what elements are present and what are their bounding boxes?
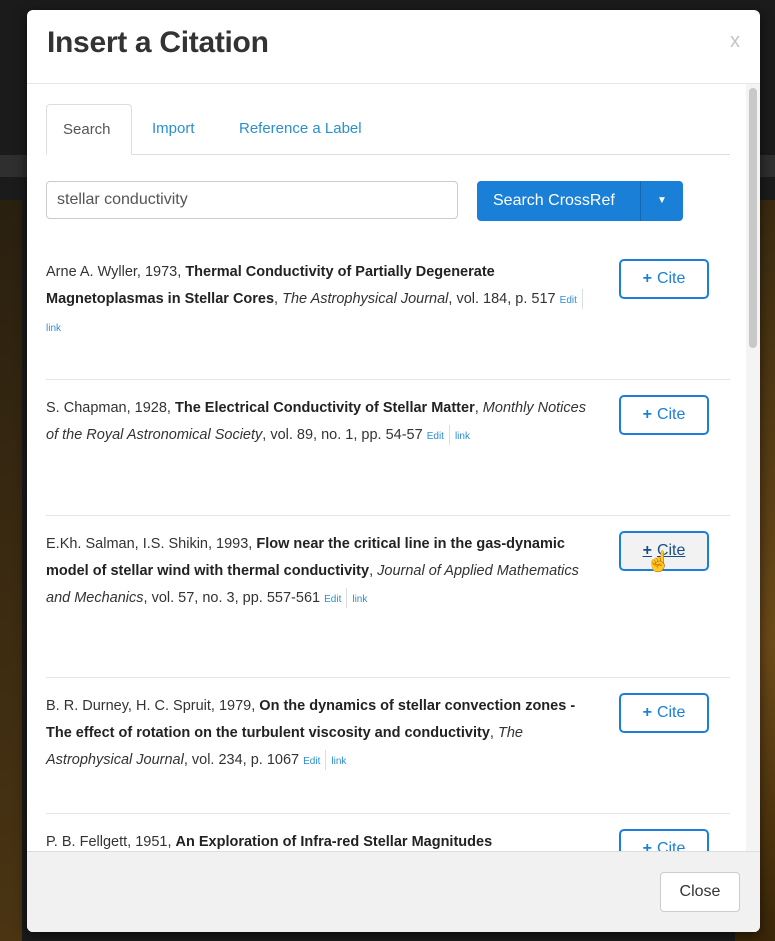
search-crossref-label: Search CrossRef — [493, 192, 615, 209]
dropdown-caret-icon[interactable]: ▼ — [640, 181, 683, 221]
external-link[interactable]: link — [331, 756, 346, 767]
citation-authors: E.Kh. Salman, I.S. Shikin, 1993, — [46, 536, 257, 552]
link-divider — [448, 425, 450, 446]
citation-text: P. B. Fellgett, 1951, An Exploration of … — [46, 829, 594, 852]
result-item: E.Kh. Salman, I.S. Shikin, 1993, Flow ne… — [46, 516, 730, 678]
plus-icon: + — [642, 704, 652, 721]
scrollbar-thumb[interactable] — [749, 88, 757, 348]
search-crossref-button[interactable]: Search CrossRef ▼ — [477, 181, 683, 221]
results-list: Arne A. Wyller, 1973, Thermal Conductivi… — [46, 244, 730, 852]
link-divider — [346, 588, 348, 609]
result-item: P. B. Fellgett, 1951, An Exploration of … — [46, 814, 730, 852]
close-button[interactable]: Close — [660, 872, 740, 912]
search-input[interactable] — [46, 181, 458, 219]
tab-search[interactable]: Search — [46, 104, 132, 155]
citation-text: B. R. Durney, H. C. Spruit, 1979, On the… — [46, 693, 594, 775]
citation-authors: B. R. Durney, H. C. Spruit, 1979, — [46, 698, 260, 714]
cite-button[interactable]: + Cite — [619, 693, 709, 733]
cite-button[interactable]: + Cite — [619, 829, 709, 852]
dialog-footer: Close — [27, 851, 760, 932]
tab-bar: Search Import Reference a Label — [46, 104, 730, 155]
cite-label: Cite — [656, 704, 686, 721]
link-divider — [325, 750, 327, 771]
citation-details: , vol. 89, no. 1, pp. 54-57 — [262, 427, 423, 443]
tab-import[interactable]: Import — [136, 104, 211, 154]
external-link[interactable]: link — [46, 323, 61, 334]
tab-reference-label[interactable]: Reference a Label — [223, 104, 378, 154]
cite-button[interactable]: + Cite — [619, 259, 709, 299]
citation-authors: P. B. Fellgett, 1951, — [46, 834, 176, 850]
citation-title: The Electrical Conductivity of Stellar M… — [174, 400, 475, 416]
cite-button[interactable]: + Cite — [619, 395, 709, 435]
dialog-header: Insert a Citation x — [27, 10, 760, 84]
citation-authors: Arne A. Wyller, 1973, — [46, 264, 186, 280]
plus-icon: + — [642, 270, 652, 287]
citation-text: Arne A. Wyller, 1973, Thermal Conductivi… — [46, 259, 594, 342]
background-left — [0, 200, 22, 941]
citation-text: S. Chapman, 1928, The Electrical Conduct… — [46, 395, 594, 450]
citation-text: E.Kh. Salman, I.S. Shikin, 1993, Flow ne… — [46, 531, 594, 613]
link-divider — [581, 289, 583, 310]
citation-journal: The Astrophysical Journal — [282, 291, 449, 307]
citation-dialog: Insert a Citation x Search Import Refere… — [27, 10, 760, 932]
scrollbar[interactable] — [746, 84, 760, 852]
plus-icon: + — [642, 406, 652, 423]
result-item: S. Chapman, 1928, The Electrical Conduct… — [46, 380, 730, 516]
pointer-cursor-icon: ☝ — [646, 551, 671, 573]
dialog-body: Search Import Reference a Label Search C… — [27, 84, 760, 852]
cite-label: Cite — [656, 406, 686, 423]
citation-details: , vol. 234, p. 1067 — [183, 752, 300, 768]
citation-details: , vol. 184, p. 517 — [448, 291, 556, 307]
result-item: Arne A. Wyller, 1973, Thermal Conductivi… — [46, 244, 730, 380]
external-link[interactable]: link — [352, 594, 367, 605]
close-icon[interactable]: x — [730, 30, 740, 53]
edit-link[interactable]: Edit — [560, 295, 577, 306]
citation-title: An Exploration of Infra-red Stellar Magn… — [175, 834, 493, 850]
citation-details: , vol. 57, no. 3, pp. 557-561 — [143, 590, 321, 606]
edit-link[interactable]: Edit — [324, 594, 341, 605]
cite-label: Cite — [656, 270, 686, 287]
external-link[interactable]: link — [455, 431, 470, 442]
result-item: B. R. Durney, H. C. Spruit, 1979, On the… — [46, 678, 730, 814]
edit-link[interactable]: Edit — [303, 756, 320, 767]
citation-authors: S. Chapman, 1928, — [46, 400, 175, 416]
edit-link[interactable]: Edit — [427, 431, 444, 442]
dialog-title: Insert a Citation — [47, 26, 269, 59]
